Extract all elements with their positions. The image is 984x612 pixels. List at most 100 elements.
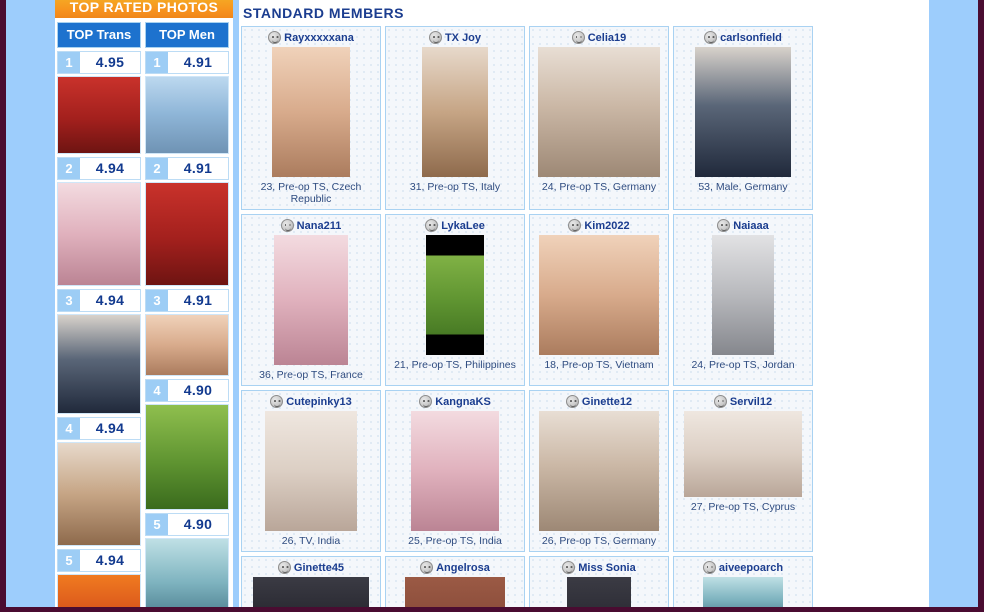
photo-image	[265, 411, 357, 531]
rank-number: 5	[146, 514, 168, 535]
rank-bar: 4 4.94	[57, 417, 141, 440]
rank-bar: 2 4.91	[145, 157, 229, 180]
member-username-row: Rayxxxxxana	[245, 31, 377, 44]
rank-entry[interactable]: 3 4.91	[145, 289, 229, 376]
member-card[interactable]: Rayxxxxxana 23, Pre-op TS, Czech Republic	[241, 26, 381, 210]
rank-entry[interactable]: 2 4.94	[57, 157, 141, 286]
photo-image	[253, 577, 369, 607]
smiley-icon	[704, 31, 718, 44]
member-username[interactable]: Ginette45	[294, 562, 344, 574]
member-details: 53, Male, Germany	[698, 181, 788, 193]
member-username[interactable]: KangnaKS	[435, 396, 491, 408]
member-username[interactable]: carlsonfield	[720, 32, 782, 44]
rank-column-header[interactable]: TOP Trans	[57, 22, 141, 48]
rank-photo-thumbnail[interactable]	[145, 76, 229, 154]
member-card[interactable]: Celia19 24, Pre-op TS, Germany	[529, 26, 669, 210]
member-username-row: aiveepoarch	[677, 561, 809, 574]
photo-image	[58, 443, 140, 545]
member-card[interactable]: aiveepoarch	[673, 556, 813, 607]
member-card[interactable]: carlsonfield 53, Male, Germany	[673, 26, 813, 210]
member-card[interactable]: Kim2022 18, Pre-op TS, Vietnam	[529, 214, 669, 386]
rank-entry[interactable]: 1 4.91	[145, 51, 229, 154]
member-photo[interactable]	[538, 47, 660, 177]
member-photo[interactable]	[539, 235, 659, 355]
member-card[interactable]: Angelrosa33, Pre-op TS, India	[385, 556, 525, 607]
rank-photo-thumbnail[interactable]	[57, 574, 141, 607]
rank-photo-thumbnail[interactable]	[57, 314, 141, 414]
rank-number: 3	[58, 290, 80, 311]
member-username-row: Naiaaa	[677, 219, 809, 232]
member-card[interactable]: Cutepinky13 26, TV, India	[241, 390, 381, 552]
rank-score: 4.90	[168, 514, 228, 535]
rank-photo-thumbnail[interactable]	[57, 182, 141, 286]
standard-members-panel: STANDARD MEMBERS Rayxxxxxana 23, Pre-op T…	[239, 0, 929, 607]
member-username-row: TX Joy	[389, 31, 521, 44]
rank-photo-thumbnail[interactable]	[145, 182, 229, 286]
member-grid: Rayxxxxxana 23, Pre-op TS, Czech Republic…	[239, 26, 929, 607]
member-photo[interactable]	[684, 411, 802, 497]
sidebar-title: TOP RATED PHOTOS	[55, 0, 233, 18]
member-card[interactable]: LykaLee 21, Pre-op TS, Philippines	[385, 214, 525, 386]
member-photo[interactable]	[712, 235, 774, 355]
rank-entry[interactable]: 1 4.95	[57, 51, 141, 154]
member-photo[interactable]	[265, 411, 357, 531]
member-photo[interactable]	[703, 577, 783, 607]
member-card[interactable]: Ginette12 26, Pre-op TS, Germany	[529, 390, 669, 552]
member-username[interactable]: Servil12	[730, 396, 772, 408]
rank-entry[interactable]: 2 4.91	[145, 157, 229, 286]
member-card[interactable]: Miss Sonia21, Pre-op TS, India	[529, 556, 669, 607]
member-photo[interactable]	[272, 47, 350, 177]
rank-photo-thumbnail[interactable]	[145, 538, 229, 607]
rank-photo-thumbnail[interactable]	[57, 76, 141, 154]
member-card[interactable]: TX Joy 31, Pre-op TS, Italy	[385, 26, 525, 210]
member-username[interactable]: Naiaaa	[733, 220, 768, 232]
smiley-icon	[428, 31, 442, 44]
member-card[interactable]: Nana211 36, Pre-op TS, France	[241, 214, 381, 386]
rank-photo-thumbnail[interactable]	[145, 404, 229, 510]
member-card[interactable]: Ginette4526, Pre-op TS, Germany	[241, 556, 381, 607]
member-username[interactable]: Cutepinky13	[286, 396, 351, 408]
rank-photo-thumbnail[interactable]	[145, 314, 229, 376]
photo-image	[58, 315, 140, 413]
member-photo[interactable]	[422, 47, 488, 177]
member-username[interactable]: Miss Sonia	[578, 562, 635, 574]
rank-entry[interactable]: 4 4.90	[145, 379, 229, 510]
member-card[interactable]: Naiaaa 24, Pre-op TS, Jordan	[673, 214, 813, 386]
member-username-row: Ginette12	[533, 395, 665, 408]
member-photo[interactable]	[695, 47, 791, 177]
member-username[interactable]: Nana211	[297, 220, 342, 232]
member-username[interactable]: Kim2022	[584, 220, 629, 232]
member-photo[interactable]	[411, 411, 499, 531]
rank-column-header[interactable]: TOP Men	[145, 22, 229, 48]
rank-photo-thumbnail[interactable]	[57, 442, 141, 546]
member-photo[interactable]	[539, 411, 659, 531]
rank-bar: 4 4.90	[145, 379, 229, 402]
rank-entry[interactable]: 4 4.94	[57, 417, 141, 546]
member-username[interactable]: Celia19	[588, 32, 627, 44]
member-photo[interactable]	[405, 577, 505, 607]
photo-image	[146, 183, 228, 285]
rank-number: 5	[58, 550, 80, 571]
smiley-icon	[713, 395, 727, 408]
member-photo[interactable]	[426, 235, 484, 355]
member-photo[interactable]	[567, 577, 631, 607]
member-username[interactable]: TX Joy	[445, 32, 481, 44]
rank-entry[interactable]: 5 4.90	[145, 513, 229, 607]
smiley-icon	[565, 395, 579, 408]
member-card[interactable]: Servil12 27, Pre-op TS, Cyprus	[673, 390, 813, 552]
member-username[interactable]: Angelrosa	[436, 562, 490, 574]
member-details: 21, Pre-op TS, Philippines	[394, 359, 516, 371]
member-username[interactable]: Ginette12	[582, 396, 632, 408]
member-username[interactable]: LykaLee	[441, 220, 485, 232]
member-photo[interactable]	[274, 235, 348, 365]
member-photo[interactable]	[253, 577, 369, 607]
member-username[interactable]: aiveepoarch	[719, 562, 783, 574]
rank-number: 1	[58, 52, 80, 73]
rank-number: 2	[146, 158, 168, 179]
rank-entry[interactable]: 5 4.94	[57, 549, 141, 607]
photo-image	[405, 577, 505, 607]
member-username[interactable]: Rayxxxxxana	[284, 32, 354, 44]
rank-entry[interactable]: 3 4.94	[57, 289, 141, 414]
rank-score: 4.94	[80, 550, 140, 571]
member-card[interactable]: KangnaKS 25, Pre-op TS, India	[385, 390, 525, 552]
